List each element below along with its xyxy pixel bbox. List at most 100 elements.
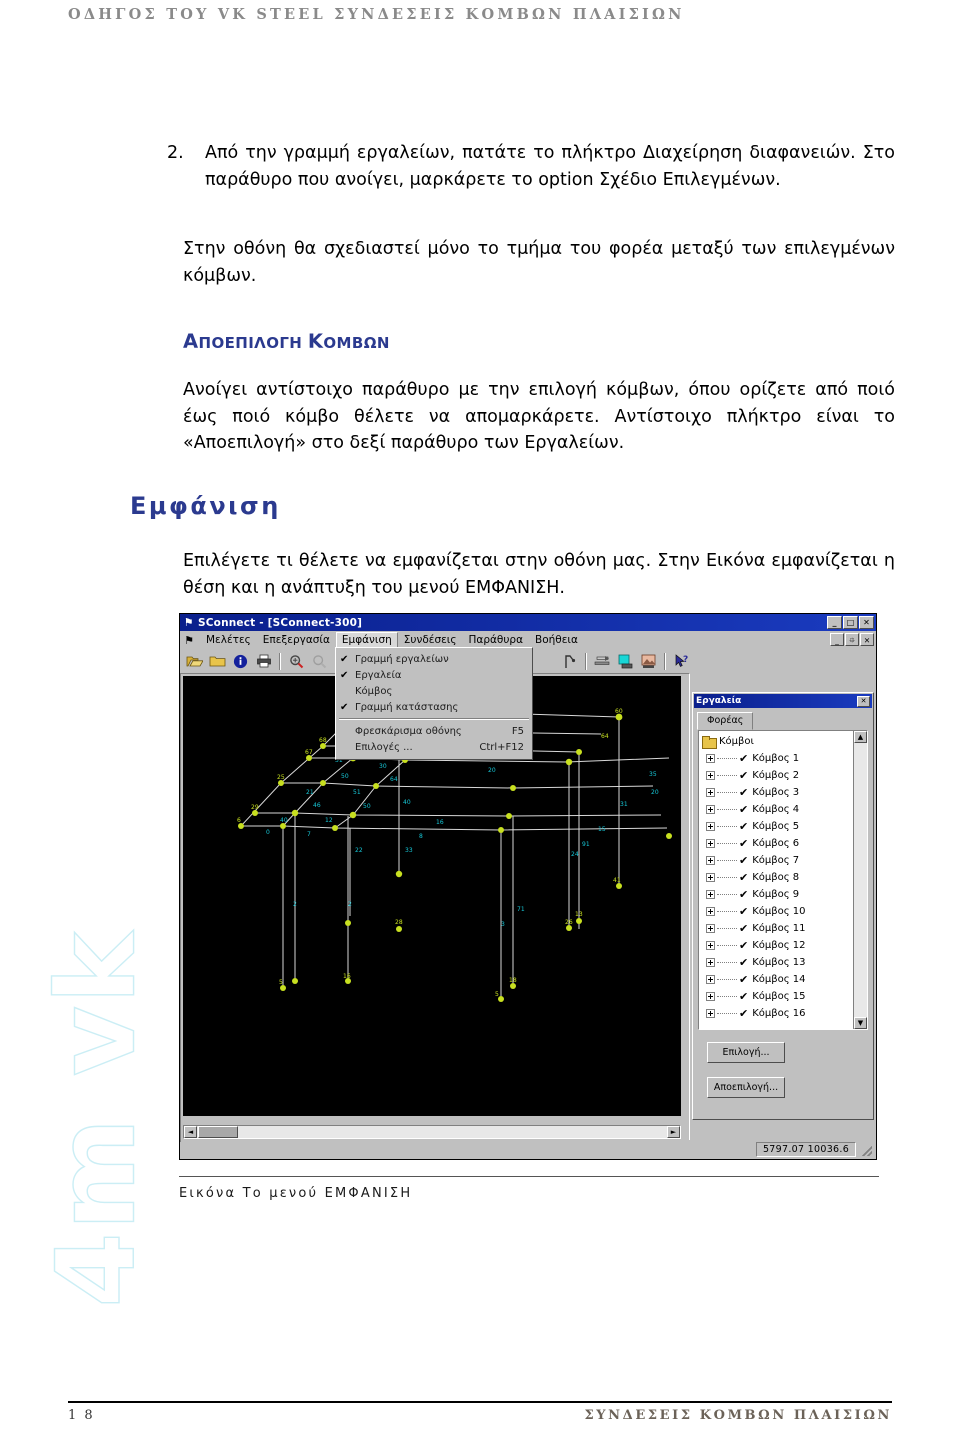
flag-icon: ⚑ <box>183 616 194 629</box>
svg-text:33: 33 <box>405 847 413 854</box>
expand-icon[interactable] <box>706 822 715 831</box>
checkmark-icon: ✔ <box>739 1007 749 1020</box>
export-icon[interactable] <box>638 651 659 671</box>
tools-panel-title-bar: Εργαλεία ✕ <box>694 694 872 708</box>
menu-option-toolbar[interactable]: ✔ Γραμμή εργαλείων <box>336 651 532 667</box>
menu-item-syndeseis[interactable]: Συνδέσεις <box>398 632 463 648</box>
menu-option-statusbar[interactable]: ✔ Γραμμή κατάστασης <box>336 699 532 715</box>
tree-item-node[interactable]: ✔ Κόμβος 9 <box>702 886 853 903</box>
node-tree-box[interactable]: Κόμβοι ✔ Κόμβος 1 ✔ Κόμβος 2 ✔ Κόμβος 3 ✔ Κό… <box>698 730 868 1030</box>
minimize-button[interactable]: _ <box>827 616 842 629</box>
expand-icon[interactable] <box>706 992 715 1001</box>
tree-item-node[interactable]: ✔ Κόμβος 12 <box>702 937 853 954</box>
tree-item-node[interactable]: ✔ Κόμβος 15 <box>702 988 853 1005</box>
mdi-restore-button[interactable]: ⯐ <box>845 633 859 646</box>
svg-text:51: 51 <box>353 789 361 796</box>
tools-panel-close-button[interactable]: ✕ <box>857 695 870 707</box>
scroll-down-button[interactable]: ▼ <box>854 1017 867 1029</box>
expand-icon[interactable] <box>706 839 715 848</box>
canvas-horizontal-scrollbar[interactable]: ◄ ► <box>183 1125 681 1139</box>
scroll-up-button[interactable]: ▲ <box>854 731 867 743</box>
folder-icon[interactable] <box>207 651 228 671</box>
menu-item-parathyra[interactable]: Παράθυρα <box>463 632 530 648</box>
tree-connector <box>717 945 737 946</box>
maximize-button[interactable]: □ <box>843 616 858 629</box>
menu-option-refresh[interactable]: Φρεσκάρισμα οθόνης F5 <box>336 723 532 739</box>
menu-option-settings[interactable]: Επιλογές ... Ctrl+F12 <box>336 739 532 755</box>
tree-item-node[interactable]: ✔ Κόμβος 11 <box>702 920 853 937</box>
scroll-right-button[interactable]: ► <box>667 1126 680 1138</box>
expand-icon[interactable] <box>706 771 715 780</box>
tree-connector <box>717 894 737 895</box>
help-pointer-icon[interactable]: ? <box>671 651 692 671</box>
svg-text:22: 22 <box>355 847 363 854</box>
footer-page-number: 1 8 <box>68 1408 95 1423</box>
expand-icon[interactable] <box>706 805 715 814</box>
tree-item-node[interactable]: ✔ Κόμβος 1 <box>702 750 853 767</box>
expand-icon[interactable] <box>706 924 715 933</box>
tree-connector <box>717 996 737 997</box>
checkmark-icon: ✔ <box>739 871 749 884</box>
tree-item-node[interactable]: ✔ Κόμβος 16 <box>702 1005 853 1022</box>
tab-foreas[interactable]: Φορέας <box>697 712 754 730</box>
menu-item-meletes[interactable]: Μελέτες <box>200 632 257 648</box>
expand-icon[interactable] <box>706 958 715 967</box>
svg-text:6: 6 <box>237 817 241 824</box>
open-folder-icon[interactable] <box>184 651 205 671</box>
expand-icon[interactable] <box>706 856 715 865</box>
mdi-minimize-button[interactable]: _ <box>830 633 844 646</box>
expand-icon[interactable] <box>706 975 715 984</box>
tree-item-node[interactable]: ✔ Κόμβος 14 <box>702 971 853 988</box>
expand-icon[interactable] <box>706 873 715 882</box>
expand-icon[interactable] <box>706 754 715 763</box>
print-icon[interactable] <box>253 651 274 671</box>
scroll-left-button[interactable]: ◄ <box>184 1126 197 1138</box>
info-icon[interactable] <box>230 651 251 671</box>
tree-item-label: Κόμβος 5 <box>752 821 800 832</box>
toolbar-separator-3 <box>585 652 587 670</box>
tree-item-node[interactable]: ✔ Κόμβος 7 <box>702 852 853 869</box>
tree-item-node[interactable]: ✔ Κόμβος 6 <box>702 835 853 852</box>
close-button[interactable]: ✕ <box>859 616 874 629</box>
tree-item-label: Κόμβος 7 <box>752 855 800 866</box>
svg-text:30: 30 <box>379 763 387 770</box>
connection-icon[interactable] <box>592 651 613 671</box>
menu-item-emfanisi[interactable]: Εμφάνιση <box>335 632 398 648</box>
deselect-button[interactable]: Αποεπιλογή... <box>707 1077 785 1098</box>
menu-item-epexergasia[interactable]: Επεξεργασία <box>257 632 336 648</box>
svg-text:64: 64 <box>390 776 398 783</box>
tools-panel-title: Εργαλεία <box>696 696 742 706</box>
expand-icon[interactable] <box>706 907 715 916</box>
tree-item-node[interactable]: ✔ Κόμβος 4 <box>702 801 853 818</box>
checkmark-icon: ✔ <box>340 669 349 681</box>
window-controls: _ □ ✕ <box>827 616 874 629</box>
tree-item-node[interactable]: ✔ Κόμβος 10 <box>702 903 853 920</box>
tree-vertical-scrollbar[interactable]: ▲ ▼ <box>853 731 867 1029</box>
panel-icon[interactable] <box>615 651 636 671</box>
menu-option-node[interactable]: Κόμβος <box>336 683 532 699</box>
tree-item-node[interactable]: ✔ Κόμβος 13 <box>702 954 853 971</box>
tree-item-node[interactable]: ✔ Κόμβος 8 <box>702 869 853 886</box>
tree-item-node[interactable]: ✔ Κόμβος 5 <box>702 818 853 835</box>
resize-grip-icon[interactable] <box>859 1142 872 1156</box>
expand-icon[interactable] <box>706 788 715 797</box>
zoom-in-icon[interactable] <box>286 651 307 671</box>
zoom-out-icon[interactable] <box>309 651 330 671</box>
expand-icon[interactable] <box>706 1009 715 1018</box>
menu-option-tools[interactable]: ✔ Εργαλεία <box>336 667 532 683</box>
tree-root-label: Κόμβοι <box>719 736 754 747</box>
checkmark-icon: ✔ <box>739 990 749 1003</box>
tree-root-nodes[interactable]: Κόμβοι <box>702 733 853 750</box>
expand-icon[interactable] <box>706 890 715 899</box>
expand-icon[interactable] <box>706 941 715 950</box>
tree-item-node[interactable]: ✔ Κόμβος 3 <box>702 784 853 801</box>
tree-item-node[interactable]: ✔ Κόμβος 2 <box>702 767 853 784</box>
node-icon[interactable] <box>559 651 580 671</box>
tree-item-label: Κόμβος 9 <box>752 889 800 900</box>
menu-option-label: Γραμμή εργαλείων <box>355 653 449 665</box>
scroll-thumb[interactable] <box>198 1126 238 1138</box>
select-button[interactable]: Επιλογή... <box>707 1042 785 1063</box>
menu-item-voitheia[interactable]: Βοήθεια <box>529 632 584 648</box>
svg-text:50: 50 <box>363 803 371 810</box>
mdi-close-button[interactable]: ✕ <box>860 633 874 646</box>
